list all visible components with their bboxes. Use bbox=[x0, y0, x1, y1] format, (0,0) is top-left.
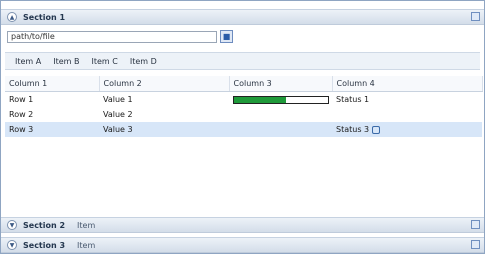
cell: Value 1 bbox=[103, 95, 133, 104]
progress-bar bbox=[233, 95, 329, 104]
cell: Row 2 bbox=[9, 110, 34, 119]
table-row[interactable]: Row 2 Value 2 bbox=[5, 107, 482, 122]
section2-header[interactable]: ▼ Section 2 Item bbox=[1, 217, 484, 233]
cell bbox=[229, 107, 332, 122]
expand-collapse-icon[interactable]: ▼ bbox=[7, 240, 17, 250]
cell bbox=[229, 122, 332, 137]
section-subtitle: Item bbox=[77, 220, 96, 230]
column-header[interactable]: Column 1 bbox=[5, 76, 100, 92]
summary-item: Item A bbox=[15, 56, 42, 66]
cell: Value 3 bbox=[99, 122, 229, 137]
browse-folder-button[interactable]: ■ bbox=[220, 30, 233, 43]
cell: Status 3 bbox=[332, 122, 482, 137]
section-title: Section 1 bbox=[23, 12, 66, 22]
path-row: path/to/file ■ bbox=[7, 30, 233, 43]
progress-fill bbox=[234, 96, 286, 103]
top-section-header[interactable]: ▲ Section 1 bbox=[1, 9, 484, 25]
pin-icon[interactable] bbox=[471, 220, 480, 229]
table-header-row: Column 1 Column 2 Column 3 Column 4 bbox=[5, 76, 483, 92]
cell bbox=[332, 107, 482, 122]
column-header[interactable]: Column 2 bbox=[99, 76, 230, 92]
table-row-selected[interactable]: Row 3 Value 3 Status 3 bbox=[5, 122, 482, 137]
cell bbox=[229, 92, 332, 108]
status-text: Status 3 bbox=[336, 125, 370, 134]
cell: Status 1 bbox=[336, 95, 370, 104]
cell: Row 1 bbox=[9, 95, 34, 104]
pin-icon[interactable] bbox=[471, 12, 480, 21]
summary-item: Item B bbox=[53, 56, 80, 66]
data-table: Column 1 Column 2 Column 3 Column 4 Row … bbox=[5, 76, 483, 137]
section-title: Section 2 bbox=[23, 220, 66, 230]
summary-bar: Item A Item B Item C Item D bbox=[5, 52, 480, 70]
summary-item: Item D bbox=[129, 56, 157, 66]
message-icon[interactable] bbox=[372, 125, 381, 134]
table-row[interactable]: Row 1 Value 1 Status 1 bbox=[5, 92, 482, 108]
cell: Row 3 bbox=[5, 122, 99, 137]
expand-collapse-icon[interactable]: ▼ bbox=[7, 220, 17, 230]
app-panel: ▲ Section 1 path/to/file ■ Item A Item B… bbox=[0, 0, 485, 254]
pin-icon[interactable] bbox=[471, 240, 480, 249]
cell: Value 2 bbox=[103, 110, 133, 119]
section-subtitle: Item bbox=[77, 240, 96, 250]
expand-collapse-icon[interactable]: ▲ bbox=[7, 12, 17, 22]
section3-header[interactable]: ▼ Section 3 Item bbox=[1, 237, 484, 253]
column-header[interactable]: Column 3 bbox=[229, 76, 333, 92]
section-title: Section 3 bbox=[23, 240, 66, 250]
column-header[interactable]: Column 4 bbox=[332, 76, 483, 92]
path-field[interactable]: path/to/file bbox=[7, 30, 217, 43]
summary-item: Item C bbox=[91, 56, 118, 66]
